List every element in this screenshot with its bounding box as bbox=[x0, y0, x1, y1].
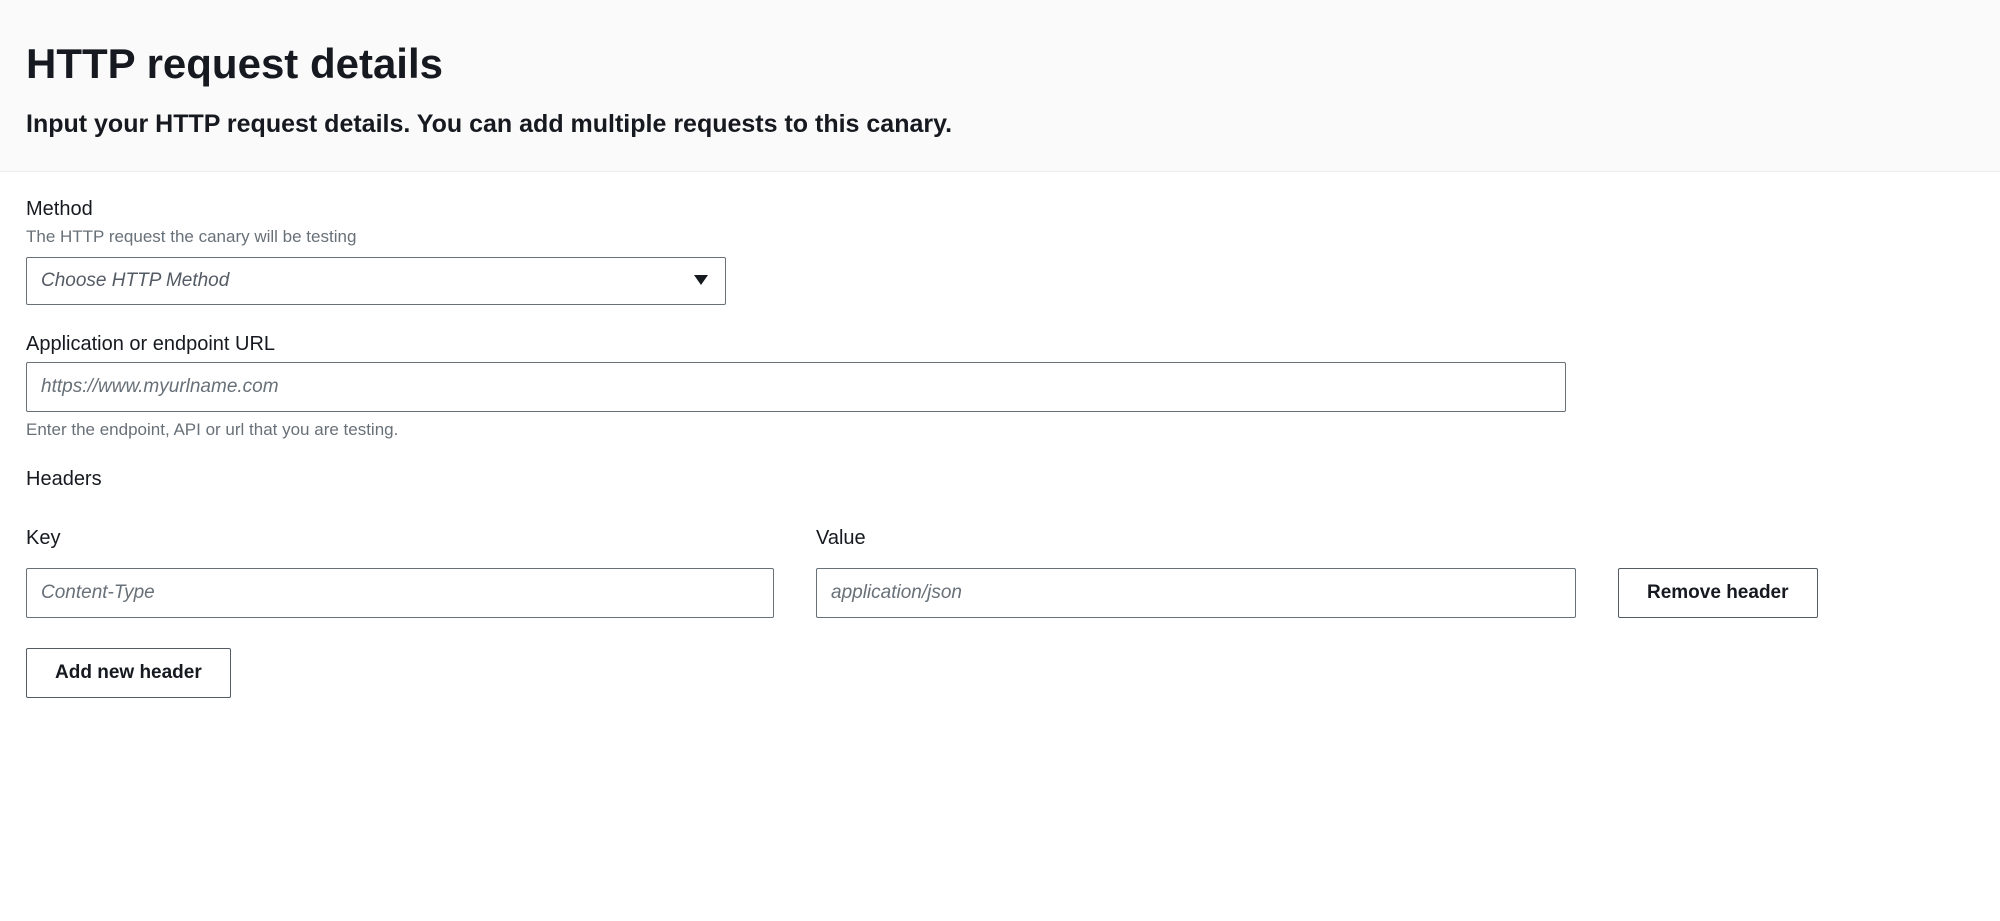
header-section: HTTP request details Input your HTTP req… bbox=[0, 0, 2000, 172]
page-title: HTTP request details bbox=[26, 40, 1974, 88]
method-label: Method bbox=[26, 198, 1974, 221]
page-subtitle: Input your HTTP request details. You can… bbox=[26, 110, 1974, 139]
header-action-col: Remove header bbox=[1618, 527, 1898, 618]
remove-header-button[interactable]: Remove header bbox=[1618, 568, 1818, 618]
headers-section-label: Headers bbox=[26, 468, 1974, 491]
header-key-input[interactable] bbox=[26, 568, 774, 618]
form-section: Method The HTTP request the canary will … bbox=[0, 172, 2000, 724]
method-hint: The HTTP request the canary will be test… bbox=[26, 227, 1974, 247]
url-label: Application or endpoint URL bbox=[26, 333, 1974, 356]
add-new-header-button[interactable]: Add new header bbox=[26, 648, 231, 698]
header-key-col: Key bbox=[26, 527, 774, 618]
header-value-col: Value bbox=[816, 527, 1576, 618]
url-field: Application or endpoint URL Enter the en… bbox=[26, 333, 1974, 440]
header-key-label: Key bbox=[26, 527, 774, 550]
header-value-label: Value bbox=[816, 527, 1576, 550]
url-input[interactable] bbox=[26, 362, 1566, 412]
header-action-spacer bbox=[1618, 527, 1898, 550]
header-value-input[interactable] bbox=[816, 568, 1576, 618]
header-row: Key Value Remove header bbox=[26, 527, 1974, 618]
method-select-value: Choose HTTP Method bbox=[26, 257, 726, 305]
method-select[interactable]: Choose HTTP Method bbox=[26, 257, 726, 305]
method-field: Method The HTTP request the canary will … bbox=[26, 198, 1974, 305]
url-hint: Enter the endpoint, API or url that you … bbox=[26, 420, 1974, 440]
